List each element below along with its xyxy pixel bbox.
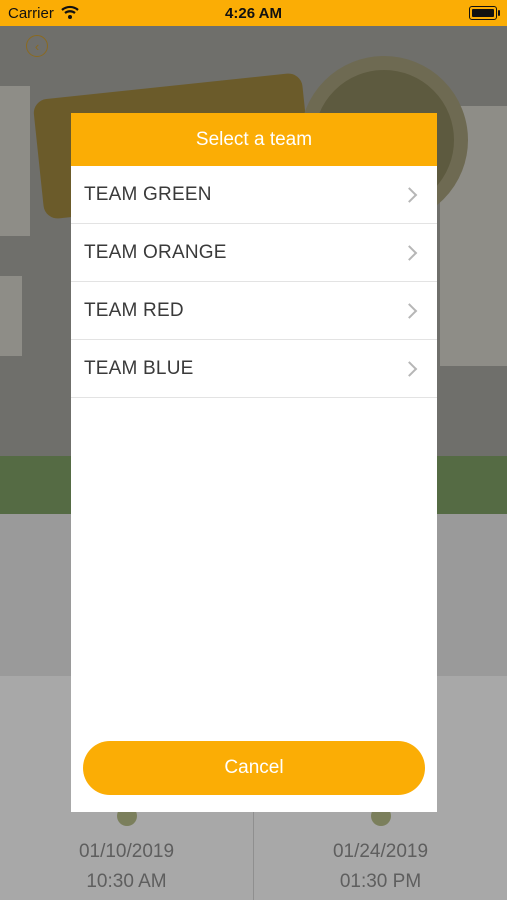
team-select-modal: Select a team TEAM GREEN TEAM ORANGE TEA… bbox=[71, 113, 437, 812]
back-button[interactable]: ‹ bbox=[26, 35, 48, 57]
team-label: TEAM GREEN bbox=[84, 183, 212, 205]
team-label: TEAM RED bbox=[84, 299, 184, 321]
start-time: 10:30 AM bbox=[86, 871, 167, 892]
chevron-right-icon bbox=[401, 360, 418, 377]
team-label: TEAM BLUE bbox=[84, 357, 194, 379]
end-date: 01/24/2019 bbox=[332, 841, 429, 862]
chevron-left-icon: ‹ bbox=[34, 38, 40, 54]
team-item-green[interactable]: TEAM GREEN bbox=[71, 166, 437, 224]
cancel-button[interactable]: Cancel bbox=[83, 741, 425, 795]
team-item-orange[interactable]: TEAM ORANGE bbox=[71, 224, 437, 282]
team-item-red[interactable]: TEAM RED bbox=[71, 282, 437, 340]
start-date-column: 01/10/2019 10:30 AM bbox=[0, 806, 253, 897]
start-date: 01/10/2019 bbox=[78, 841, 175, 862]
team-list: TEAM GREEN TEAM ORANGE TEAM RED TEAM BLU… bbox=[71, 166, 437, 398]
chevron-right-icon bbox=[401, 186, 418, 203]
modal-title: Select a team bbox=[71, 113, 437, 166]
team-label: TEAM ORANGE bbox=[84, 241, 227, 263]
status-time: 4:26 AM bbox=[225, 5, 282, 22]
chevron-right-icon bbox=[401, 244, 418, 261]
end-time: 01:30 PM bbox=[339, 871, 422, 892]
chevron-right-icon bbox=[401, 302, 418, 319]
end-date-column: 01/24/2019 01:30 PM bbox=[254, 806, 507, 897]
battery-icon bbox=[469, 6, 500, 20]
team-item-blue[interactable]: TEAM BLUE bbox=[71, 340, 437, 398]
status-bar: Carrier 4:26 AM bbox=[0, 0, 507, 26]
